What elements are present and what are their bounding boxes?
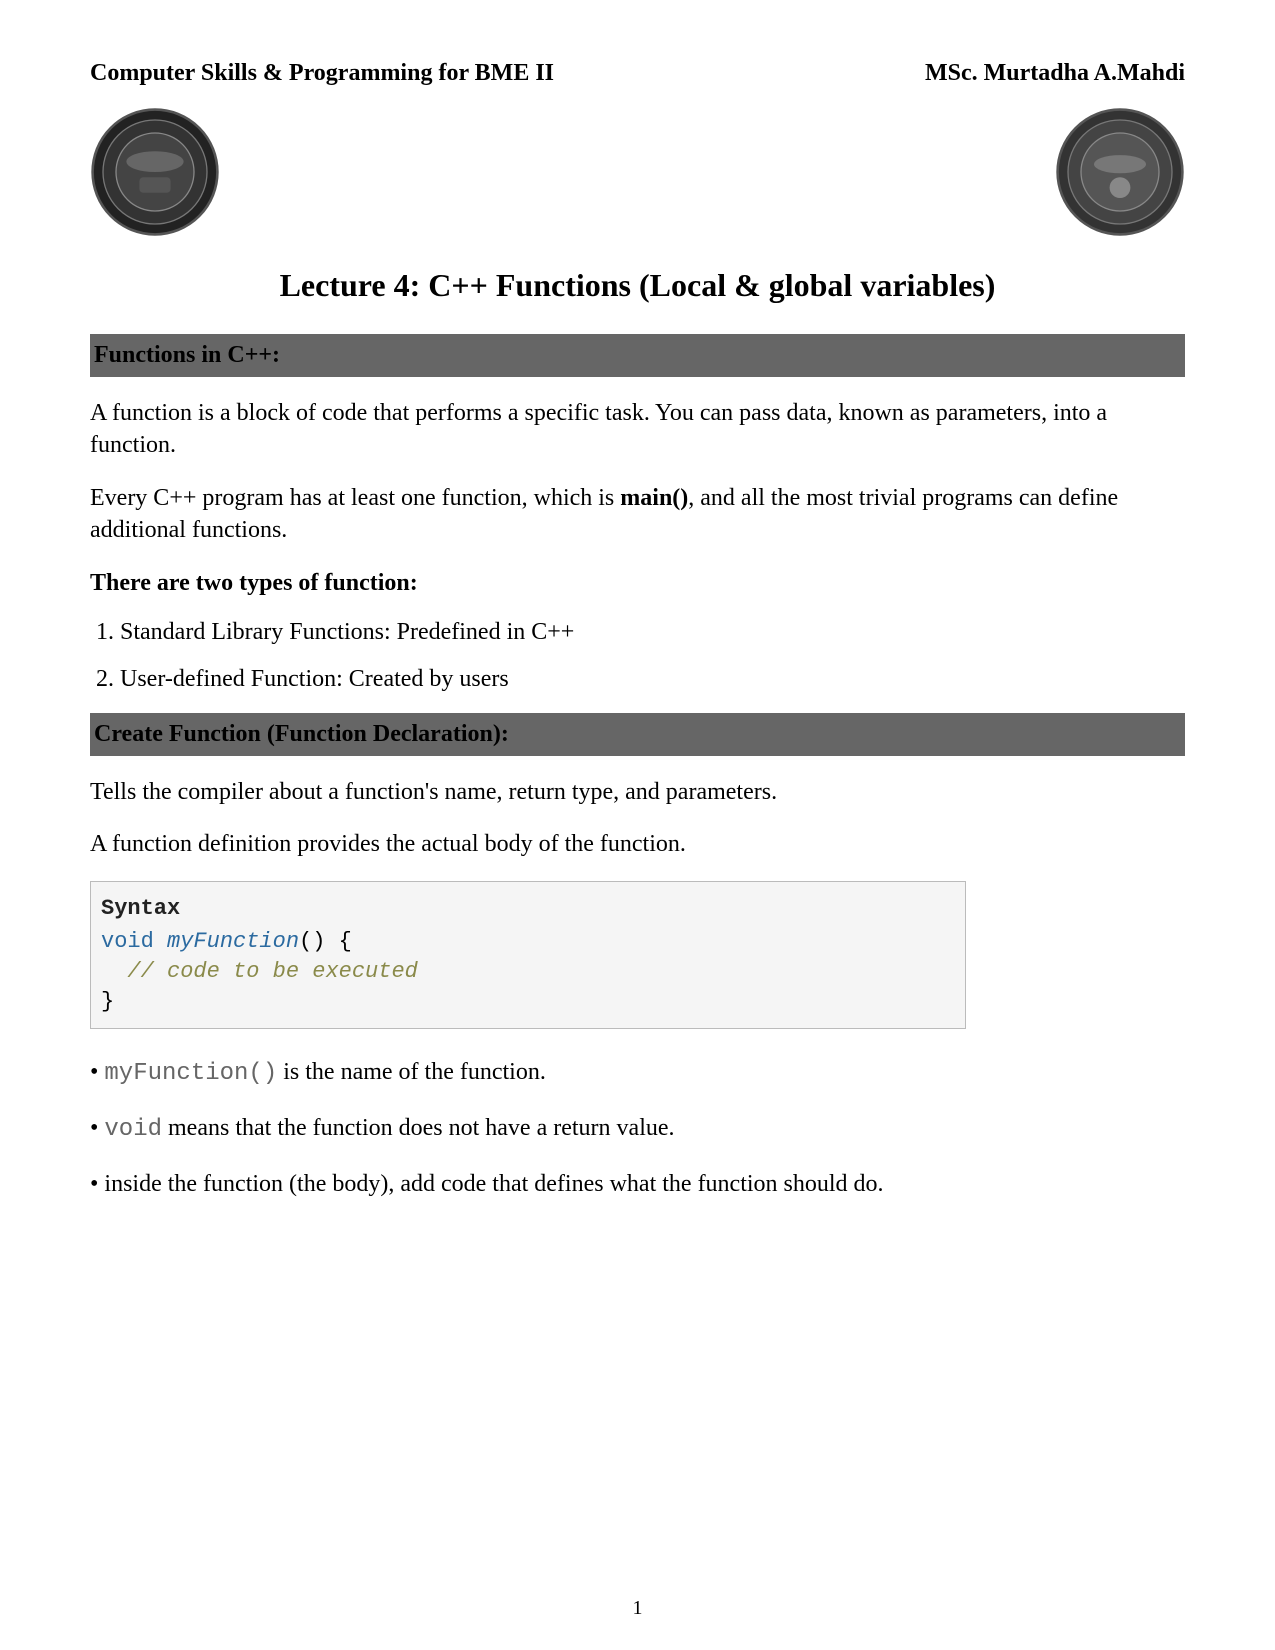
bullet-2: • void means that the function does not … <box>90 1115 1185 1143</box>
para2-main-bold: main() <box>620 485 688 511</box>
page-header: Computer Skills & Programming for BME II… <box>90 60 1185 87</box>
seal-right-icon <box>1055 107 1185 237</box>
para2-pre: Every C++ program has at least one funct… <box>90 485 620 511</box>
author-name: MSc. Murtadha A.Mahdi <box>925 60 1185 87</box>
declaration-para1: Tells the compiler about a function's na… <box>90 776 1185 808</box>
bullet-1: • myFunction() is the name of the functi… <box>90 1059 1185 1087</box>
bullet2-text: means that the function does not have a … <box>162 1115 675 1141</box>
bullet3-text: inside the function (the body), add code… <box>104 1171 883 1197</box>
section-heading-functions: Functions in C++: <box>90 334 1185 377</box>
seal-left-icon <box>90 107 220 237</box>
bullet1-code: myFunction() <box>104 1060 277 1087</box>
lecture-title: Lecture 4: C++ Functions (Local & global… <box>90 267 1185 304</box>
code-comment: // code to be executed <box>127 959 417 984</box>
code-function-name: myFunction <box>167 929 299 954</box>
declaration-para2: A function definition provides the actua… <box>90 828 1185 860</box>
bullet1-text: is the name of the function. <box>277 1059 546 1085</box>
page-number: 1 <box>0 1597 1275 1620</box>
syntax-code-block: Syntax void myFunction() { // code to be… <box>90 881 966 1030</box>
code-line-2: // code to be executed <box>101 957 955 987</box>
code-line-3: } <box>101 987 955 1017</box>
syntax-label: Syntax <box>101 894 955 924</box>
course-title: Computer Skills & Programming for BME II <box>90 60 554 87</box>
bullet2-code: void <box>104 1116 162 1143</box>
code-parens: () { <box>299 929 352 954</box>
section-heading-create-function: Create Function (Function Declaration): <box>90 713 1185 756</box>
function-type-2: 2. User-defined Function: Created by use… <box>90 666 1185 693</box>
university-seal-right-icon <box>1055 107 1185 237</box>
bullet-3: • inside the function (the body), add co… <box>90 1171 1185 1198</box>
code-line-1: void myFunction() { <box>101 927 955 957</box>
functions-intro-para1: A function is a block of code that perfo… <box>90 397 1185 462</box>
seals-row <box>90 107 1185 237</box>
functions-intro-para2: Every C++ program has at least one funct… <box>90 482 1185 547</box>
types-heading: There are two types of function: <box>90 567 1185 599</box>
university-seal-left-icon <box>90 107 220 237</box>
function-type-1: 1. Standard Library Functions: Predefine… <box>90 619 1185 646</box>
code-keyword-void: void <box>101 929 154 954</box>
